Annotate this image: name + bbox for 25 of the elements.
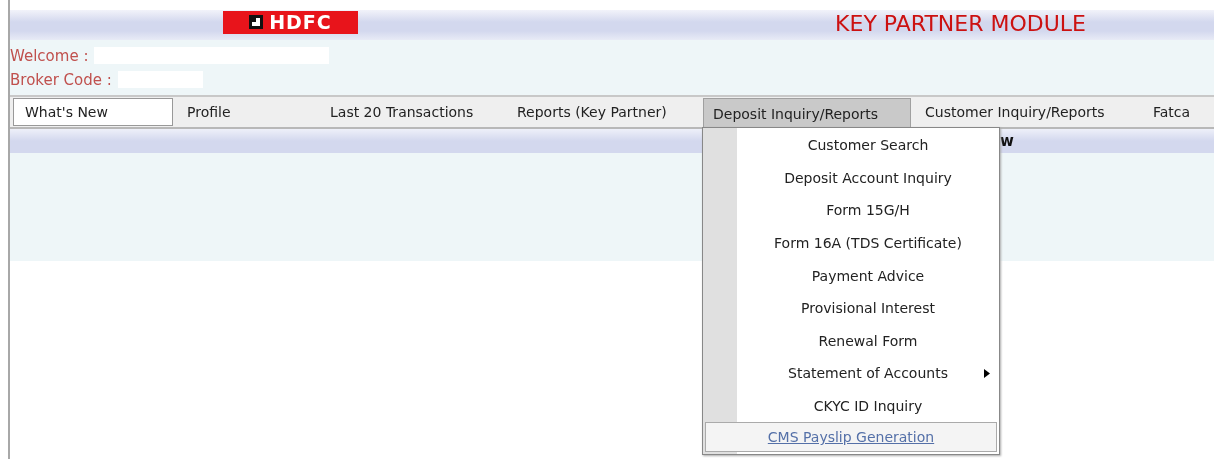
menu-item[interactable]: Renewal Form (704, 324, 998, 358)
submenu-arrow-icon (984, 369, 990, 379)
menu-link[interactable]: CMS Payslip Generation (705, 422, 997, 453)
logo-square-icon (249, 15, 264, 29)
user-info-label: Welcome : (10, 46, 89, 65)
menu-item[interactable]: Provisional Interest (704, 291, 998, 325)
nav-tab[interactable]: Profile (173, 98, 316, 126)
hdfc-logo: HDFC (223, 10, 358, 34)
nav-tab[interactable]: Deposit Inquiry/Reports (703, 98, 911, 128)
menu-item-label: Statement of Accounts (788, 365, 948, 382)
section-heading: w (1000, 132, 1014, 150)
menu-item[interactable]: Form 15G/H (704, 194, 998, 227)
menu-item[interactable]: Form 16A (TDS Certificate) (704, 226, 998, 260)
menu-item[interactable]: CKYC ID Inquiry (704, 389, 998, 423)
nav-tab[interactable]: Reports (Key Partner) (503, 98, 703, 126)
menu-item[interactable]: Statement of Accounts (704, 357, 998, 390)
nav-tab[interactable]: Fatca (1139, 98, 1209, 126)
user-info-label: Broker Code : (10, 70, 112, 89)
menu-item[interactable]: Payment Advice (704, 259, 998, 292)
nav-tab[interactable]: What's New (13, 98, 173, 126)
menu-item[interactable]: Customer Search (704, 129, 998, 162)
nav-tab[interactable]: Customer Inquiry/Reports (911, 98, 1139, 126)
nav-tab[interactable]: Last 20 Transactions (316, 98, 503, 126)
module-title: KEY PARTNER MODULE (835, 10, 1086, 36)
menu-item[interactable]: Deposit Account Inquiry (704, 161, 998, 195)
